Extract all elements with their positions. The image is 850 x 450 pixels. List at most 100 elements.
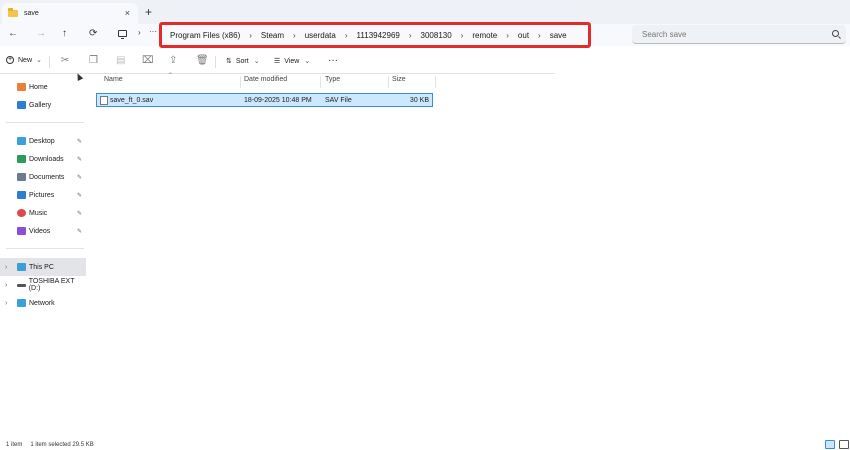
chevron-right-icon: ›	[538, 30, 541, 40]
status-bar: 1 item 1 item selected 29.5 KB	[6, 442, 94, 448]
pictures-icon	[17, 191, 26, 199]
back-button[interactable]: ←	[8, 28, 18, 39]
plus-circle-icon: +	[6, 56, 14, 64]
chevron-right-icon: ›	[344, 30, 348, 40]
videos-icon	[17, 227, 26, 235]
tiles-view-icon[interactable]	[839, 440, 849, 449]
column-divider[interactable]	[240, 76, 241, 88]
chevron-right-icon: ›	[293, 30, 296, 40]
column-header-date-modified[interactable]: Date modified	[244, 76, 287, 83]
details-view-icon[interactable]	[825, 440, 835, 449]
chevron-down-icon: ⌄	[36, 57, 42, 64]
file-name[interactable]: save_ft_0.sav	[110, 97, 153, 104]
refresh-button[interactable]: ⟳	[89, 28, 97, 39]
chevron-right-icon: ›	[138, 28, 141, 37]
sidebar-item-this-pc[interactable]: › This PC	[0, 258, 86, 276]
breadcrumb[interactable]: Program Files (x86) › Steam › userdata ›…	[159, 22, 591, 48]
pin-icon[interactable]: ✎	[77, 156, 82, 163]
pin-icon[interactable]: ✎	[77, 210, 82, 217]
copy-icon[interactable]: ❐	[89, 55, 98, 66]
home-icon	[17, 83, 26, 91]
pin-icon[interactable]: ✎	[77, 228, 82, 235]
breadcrumb-overflow-button[interactable]: ···	[149, 27, 157, 36]
sidebar-item-documents[interactable]: Documents ✎	[0, 168, 86, 186]
sidebar-item-music[interactable]: Music ✎	[0, 204, 86, 222]
toolbar-divider	[49, 56, 50, 68]
column-divider[interactable]	[388, 76, 389, 88]
breadcrumb-item[interactable]: 1113942969	[357, 31, 400, 40]
sort-icon: ⇅	[226, 58, 232, 65]
breadcrumb-item-current[interactable]: save	[550, 31, 567, 40]
tab-save[interactable]: save ×	[2, 3, 138, 24]
drive-icon	[17, 283, 26, 287]
column-header-name[interactable]: Name	[104, 76, 123, 83]
share-icon[interactable]: ⇪	[169, 55, 177, 66]
chevron-down-icon: ⌄	[304, 58, 311, 65]
chevron-right-icon: ›	[460, 30, 464, 40]
network-icon	[17, 299, 26, 307]
view-icon: ☰	[274, 58, 281, 65]
column-divider[interactable]	[435, 76, 436, 88]
tab-close-button[interactable]: ×	[125, 8, 130, 18]
sidebar-item-downloads[interactable]: Downloads ✎	[0, 150, 86, 168]
this-pc-icon[interactable]	[118, 30, 127, 39]
breadcrumb-item[interactable]: remote	[472, 31, 497, 40]
search-placeholder: Search save	[642, 30, 687, 39]
pin-icon[interactable]: ✎	[77, 174, 82, 181]
breadcrumb-item[interactable]: 3008130	[421, 31, 452, 40]
up-button[interactable]: ↑	[62, 28, 67, 39]
sort-label: Sort	[235, 57, 249, 65]
sidebar-item-toshiba-ext[interactable]: › TOSHIBA EXT (D:)	[0, 276, 86, 294]
column-divider[interactable]	[320, 76, 321, 88]
sidebar-item-network[interactable]: › Network	[0, 294, 86, 312]
tab-strip: save × +	[0, 0, 850, 24]
view-label: View	[284, 57, 300, 65]
sidebar-item-home[interactable]: Home	[0, 78, 86, 96]
status-selection: 1 item selected 29.5 KB	[30, 442, 94, 448]
sidebar-item-videos[interactable]: Videos ✎	[0, 222, 86, 240]
chevron-down-icon: ⌄	[253, 58, 260, 65]
expand-chevron-icon[interactable]: ›	[5, 300, 7, 307]
music-icon	[17, 209, 26, 217]
sort-button[interactable]: ⇅ Sort ⌄	[226, 57, 260, 66]
desktop-icon	[17, 137, 26, 145]
search-icon[interactable]	[832, 30, 839, 37]
chevron-right-icon: ›	[506, 30, 509, 40]
tab-title: save	[24, 10, 39, 17]
sidebar-item-pictures[interactable]: Pictures ✎	[0, 186, 86, 204]
paste-icon[interactable]: ▤	[116, 55, 125, 66]
pin-icon[interactable]: ✎	[77, 138, 82, 145]
new-label: New	[18, 56, 33, 64]
new-tab-button[interactable]: +	[145, 5, 152, 19]
see-more-button[interactable]: ···	[328, 55, 338, 66]
downloads-icon	[17, 155, 26, 163]
expand-chevron-icon[interactable]: ›	[5, 282, 7, 289]
column-header-size[interactable]: Size	[392, 76, 406, 83]
file-date-modified: 18-09-2025 10:48 PM	[244, 97, 312, 104]
file-type: SAV File	[325, 97, 352, 104]
breadcrumb-item[interactable]: Steam	[261, 31, 284, 40]
file-row[interactable]: save_ft_0.sav 18-09-2025 10:48 PM SAV Fi…	[96, 93, 433, 107]
toolbar-divider	[215, 56, 216, 68]
chevron-right-icon: ›	[408, 30, 412, 40]
view-button[interactable]: ☰ View ⌄	[274, 57, 311, 66]
gallery-icon	[17, 101, 26, 109]
sidebar-item-desktop[interactable]: Desktop ✎	[0, 132, 86, 150]
breadcrumb-item[interactable]: Program Files (x86)	[170, 31, 240, 40]
sidebar-item-gallery[interactable]: Gallery	[0, 96, 86, 114]
status-item-count: 1 item	[6, 442, 23, 448]
cut-icon[interactable]: ✂	[61, 55, 69, 66]
search-box[interactable]: Search save	[632, 25, 846, 44]
new-button[interactable]: + New ⌄	[6, 56, 42, 64]
breadcrumb-item[interactable]: out	[518, 31, 529, 40]
column-header-type[interactable]: Type	[325, 76, 340, 83]
forward-button[interactable]: →	[36, 28, 46, 39]
expand-chevron-icon[interactable]: ›	[5, 264, 7, 271]
sidebar-divider	[6, 122, 84, 123]
folder-icon	[8, 8, 18, 17]
rename-icon[interactable]: ⌧	[142, 55, 154, 66]
breadcrumb-item[interactable]: userdata	[305, 31, 336, 40]
pin-icon[interactable]: ✎	[77, 192, 82, 199]
file-size: 30 KB	[409, 97, 429, 104]
delete-icon[interactable]: 🗑	[196, 55, 209, 66]
